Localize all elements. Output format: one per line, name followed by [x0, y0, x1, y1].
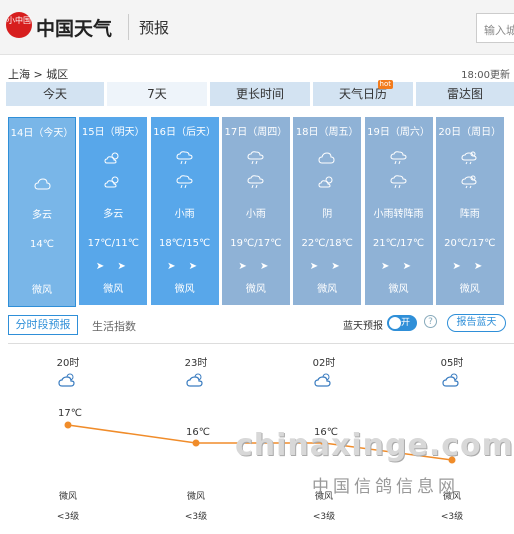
tab-radar[interactable]: 雷达图 — [416, 82, 514, 106]
day-desc: 小雨 — [245, 209, 266, 220]
divider — [8, 343, 514, 344]
day-wind: 微风 — [174, 284, 195, 295]
day-wind: 微风 — [459, 284, 480, 295]
day-card[interactable]: 16日（后天） 小雨 18℃/15℃ ➤ ➤ 微风 — [150, 117, 219, 305]
wind-direction-icon: ➤ ➤ — [238, 261, 274, 272]
toggle-knob — [389, 317, 401, 329]
day-date: 14日（今天） — [10, 128, 74, 139]
day-card[interactable]: 14日（今天） 多云 14℃ 微风 — [8, 117, 76, 307]
day-wind: 微风 — [388, 284, 409, 295]
blue-sky-toggle[interactable]: 开 — [387, 315, 417, 331]
cloud-icon — [34, 176, 52, 190]
rain-icon — [176, 174, 194, 189]
hour-label: 02时 — [312, 358, 336, 369]
shower-icon — [461, 150, 479, 165]
tab-bar: 今天 7天 更长时间 天气日历 hot 雷达图 — [6, 80, 514, 106]
hour-wind: 微风 — [186, 492, 205, 502]
top-bar: 小中国 中国天气 预报 输入城市 — [0, 0, 514, 55]
day-desc: 阴 — [322, 209, 333, 220]
toggle-label: 开 — [401, 318, 411, 328]
rain-icon — [176, 150, 194, 165]
day-date: 20日（周日） — [438, 127, 502, 138]
update-time: 18:00更新 — [461, 70, 510, 81]
wind-direction-icon: ➤ ➤ — [167, 261, 203, 272]
hot-badge: hot — [377, 80, 393, 89]
day-date: 16日（后天） — [153, 127, 216, 138]
day-date: 19日（周六） — [367, 127, 430, 138]
day-wind: 微风 — [32, 285, 52, 296]
tab-calendar-label: 天气日历 — [338, 87, 387, 101]
partly-cloudy-icon — [314, 372, 334, 388]
partly-cloudy-icon — [442, 372, 462, 388]
partly-cloudy-icon — [186, 372, 206, 388]
day-card[interactable]: 17日（周四） 小雨 19℃/17℃ ➤ ➤ 微风 — [221, 117, 290, 305]
day-card[interactable]: 15日（明天） 多云 17℃/11℃ ➤ ➤ 微风 — [79, 117, 148, 305]
wind-direction-icon: ➤ ➤ — [452, 261, 488, 272]
hour-wind-level: <3级 — [440, 512, 464, 522]
day-card[interactable]: 18日（周五） 阴 22℃/18℃ ➤ ➤ 微风 — [293, 117, 362, 305]
sun-cloud-icon — [318, 174, 336, 188]
hour-wind: 微风 — [58, 492, 77, 502]
day-temp: 18℃/15℃ — [158, 238, 211, 249]
rain-icon — [389, 150, 408, 165]
rain-icon — [247, 150, 265, 165]
hour-wind-level: <3级 — [56, 512, 80, 522]
day-card[interactable]: 20日（周日） 阵雨 20℃/17℃ ➤ ➤ 微风 — [435, 117, 504, 305]
day-temp: 19℃/17℃ — [230, 238, 282, 249]
watermark-chinese: 中国信鸽信息网 — [312, 477, 459, 497]
shower-icon — [461, 174, 479, 189]
tab-calendar[interactable]: 天气日历 hot — [313, 80, 413, 106]
hour-label: 23时 — [184, 358, 208, 369]
day-wind: 微风 — [103, 284, 124, 295]
day-wind: 微风 — [317, 284, 338, 295]
blue-sky-label: 蓝天预报 — [343, 321, 383, 332]
day-date: 15日（明天） — [81, 127, 145, 138]
day-date: 18日（周五） — [295, 127, 359, 138]
hour-label: 05时 — [440, 358, 464, 369]
rain-icon — [389, 174, 408, 189]
day-temp: 22℃/18℃ — [301, 238, 353, 249]
day-desc: 多云 — [32, 210, 52, 221]
temp-point — [64, 421, 72, 429]
day-desc: 阵雨 — [459, 209, 480, 220]
wind-direction-icon: ➤ ➤ — [95, 261, 131, 272]
day-temp: 21℃/17℃ — [372, 238, 425, 249]
hour-wind-level: <3级 — [312, 512, 336, 522]
day-wind: 微风 — [245, 284, 266, 295]
brand-title[interactable]: 中国天气 — [36, 14, 112, 41]
hour-label: 20时 — [56, 358, 80, 369]
day-date: 17日（周四） — [224, 127, 288, 138]
report-blue-sky-button[interactable]: 报告蓝天 — [447, 314, 506, 332]
day-temp: 20℃/17℃ — [444, 238, 496, 249]
wind-direction-icon: ➤ ➤ — [381, 261, 416, 272]
partly-cloudy-icon — [58, 372, 78, 388]
cloud-icon — [318, 150, 336, 164]
sun-cloud-icon — [104, 174, 122, 188]
tab-long-term[interactable]: 更长时间 — [210, 82, 310, 106]
hour-wind-level: <3级 — [184, 512, 208, 522]
help-icon[interactable]: ? — [424, 315, 437, 328]
day-card[interactable]: 19日（周六） 小雨转阵雨 21℃/17℃ ➤ ➤ 微风 — [364, 117, 433, 305]
tab-today[interactable]: 今天 — [6, 82, 104, 106]
site-logo[interactable]: 小中国 — [6, 12, 32, 38]
temp-point — [192, 439, 200, 447]
day-desc: 小雨 — [174, 209, 195, 220]
sun-cloud-icon — [104, 150, 122, 164]
life-index-tab[interactable]: 生活指数 — [92, 318, 136, 334]
tab-7day[interactable]: 7天 — [107, 82, 207, 106]
seven-day-forecast: 14日（今天） 多云 14℃ 微风 15日（明天） 多云 17℃/11℃ ➤ ➤ 微风 16日（后… — [8, 117, 514, 307]
divider — [128, 14, 129, 40]
day-desc: 小雨转阵雨 — [373, 209, 424, 220]
day-temp: 14℃ — [30, 239, 54, 250]
breadcrumb[interactable]: 上海 > 城区 — [8, 66, 68, 82]
hourly-forecast-tab[interactable]: 分时段预报 — [8, 315, 78, 335]
wind-direction-icon: ➤ ➤ — [309, 261, 345, 272]
rain-icon — [247, 174, 265, 189]
watermark-domain: chinaxinge.com — [235, 428, 514, 463]
search-input[interactable]: 输入城市 — [476, 13, 514, 43]
day-temp: 17℃/11℃ — [87, 238, 139, 249]
section-title: 预报 — [139, 19, 170, 37]
day-desc: 多云 — [103, 209, 124, 220]
